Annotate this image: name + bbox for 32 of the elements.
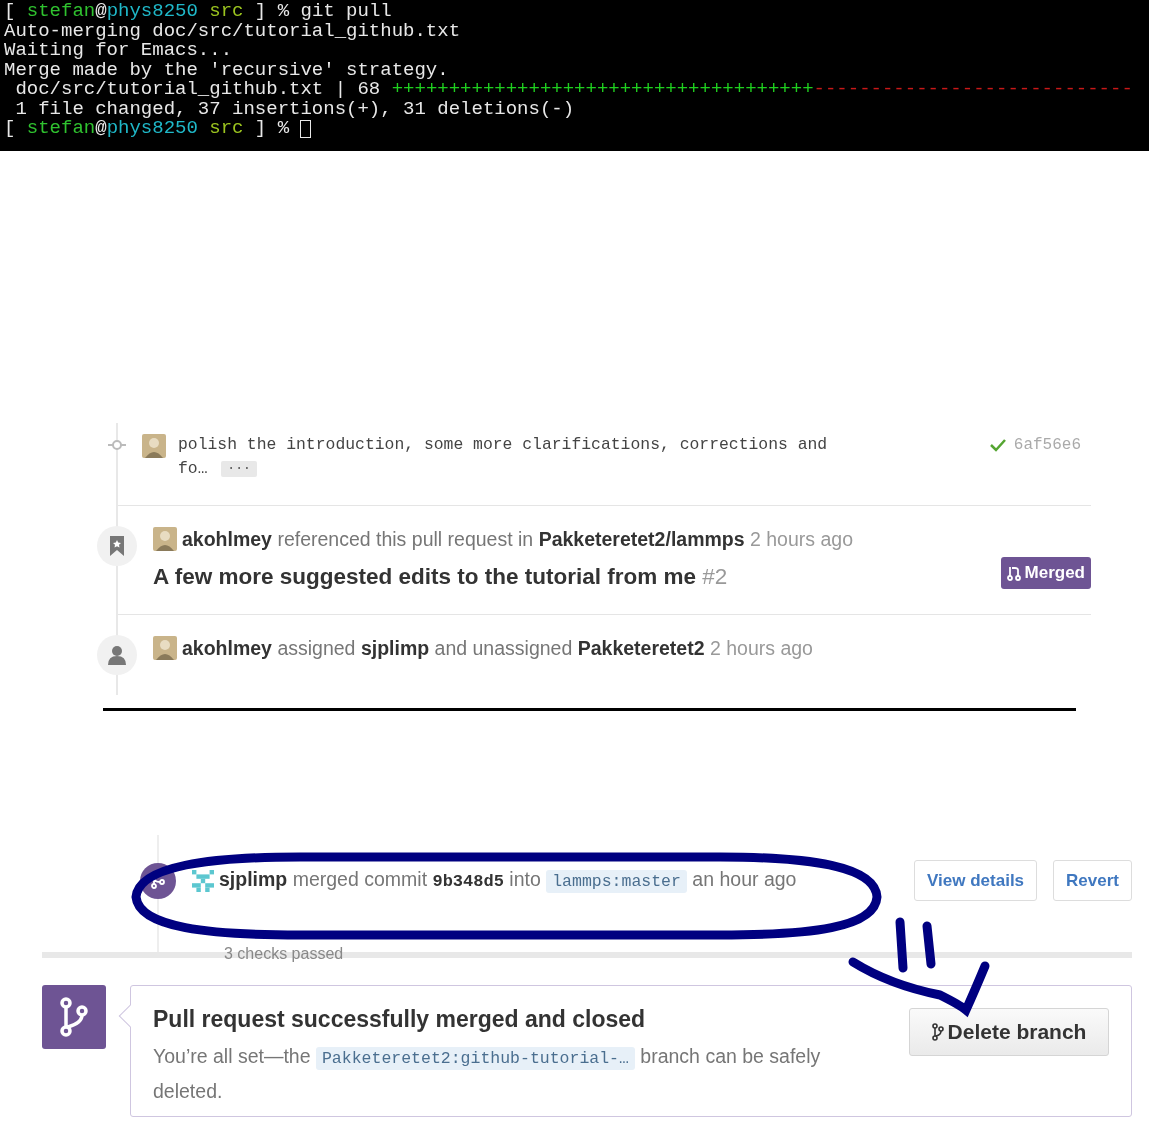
commit-sha-link[interactable]: 9b348d5 — [432, 872, 504, 891]
commit-message: polish the introduction, some more clarifications, corrections and fo… ··· — [178, 434, 829, 480]
identicon-icon — [192, 870, 214, 893]
bookmark-icon — [110, 536, 124, 556]
branch-name: Pakketeretet2:github-tutorial-… — [315, 1047, 635, 1071]
panel-title: Pull request successfully merged and closed — [153, 1004, 647, 1034]
merge-event-text: sjplimp merged commit 9b348d5 into lammps:master an hour ago — [219, 867, 797, 895]
event-text: akohlmey assigned sjplimp and unassigned Pakketeretet2 2 hours ago — [182, 635, 813, 661]
delete-branch-button[interactable]: Delete branch — [909, 1007, 1109, 1056]
commit-icon — [108, 439, 126, 451]
action-button[interactable]: Revert — [1053, 859, 1132, 902]
merged-badge: Merged — [1000, 557, 1091, 589]
terminal-line: Waiting for Emacs... — [4, 41, 233, 61]
terminal-line: Auto-merging doc/src/tutorial_github.txt — [4, 21, 461, 41]
avatar-icon — [153, 527, 177, 551]
branch-icon — [59, 996, 89, 1037]
action-button[interactable]: View details — [914, 859, 1038, 902]
branch-icon — [931, 1022, 944, 1041]
panel-message: You’re all set—the Pakketeretet2:github-tutorial-… branch can be safely deleted. — [153, 1044, 822, 1105]
event-text: akohlmey referenced this pull request in Pakketeretet2/lammps 2 hours ago — [182, 527, 853, 552]
terminal-line: [ stefan@phys8250 src ] % — [4, 119, 290, 139]
pull-request-link[interactable]: A few more suggested edits to the tutorial from me #2 — [153, 560, 728, 594]
terminal-line: [ stefan@phys8250 src ] % git pull — [4, 2, 392, 22]
avatar-icon — [153, 635, 177, 660]
expand-button[interactable]: ··· — [221, 461, 257, 477]
terminal-line: doc/src/tutorial_github.txt | 68 +++++++++++++++++++++++++++++++++++++---------------------------- — [15, 80, 1133, 100]
checks-status-text: 3 checks passed — [224, 945, 345, 964]
avatar-icon — [142, 433, 166, 458]
terminal-line: 1 file changed, 37 insertions(+), 31 deletions(-) — [14, 99, 575, 119]
terminal-line: Merge made by the 'recursive' strategy. — [4, 60, 449, 80]
branch-name: lammps:master — [546, 870, 687, 893]
person-icon — [108, 644, 126, 665]
